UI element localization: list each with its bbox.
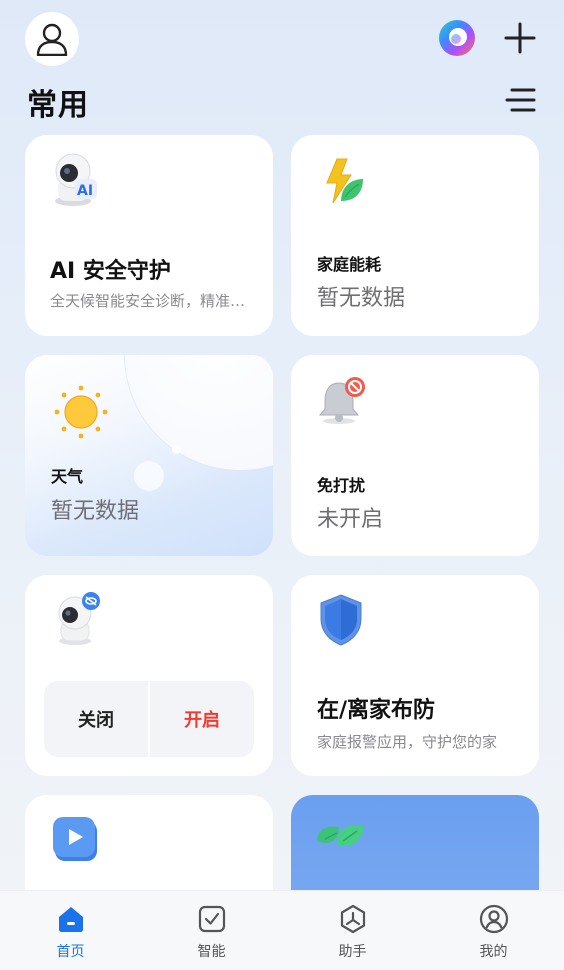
tab-label: 我的 bbox=[479, 944, 508, 960]
camera-toggle-group: 关闭 开启 bbox=[44, 681, 254, 757]
tab-label: 首页 bbox=[56, 944, 85, 960]
ai-security-card[interactable]: AI AI 安全守护 全天候智能安全诊断，精准守护 bbox=[25, 135, 273, 336]
assistant-orb-icon[interactable] bbox=[437, 18, 477, 58]
moon-decoration bbox=[125, 355, 273, 470]
leaf-icon bbox=[317, 824, 364, 846]
shield-icon bbox=[320, 594, 362, 646]
tab-smart[interactable]: 智能 bbox=[141, 891, 282, 970]
checkbox-icon bbox=[198, 905, 225, 933]
camera-privacy-icon bbox=[58, 592, 100, 645]
card-title: 天气 bbox=[51, 467, 84, 486]
bottom-tab-bar: 首页 智能 助手 我的 bbox=[0, 890, 564, 970]
tab-label: 助手 bbox=[338, 944, 367, 960]
bubble-decoration bbox=[172, 445, 181, 454]
svg-text:AI: AI bbox=[77, 183, 93, 199]
card-subtitle: 家庭报警应用，守护您的家 bbox=[317, 733, 498, 751]
home-arming-card[interactable]: 在/离家布防 家庭报警应用，守护您的家 bbox=[291, 575, 539, 776]
weather-card[interactable]: 天气 暂无数据 bbox=[25, 355, 273, 556]
tab-home[interactable]: 首页 bbox=[0, 891, 141, 970]
camera-off-button[interactable]: 关闭 bbox=[44, 681, 150, 757]
sort-menu-icon[interactable] bbox=[500, 82, 540, 118]
tab-profile[interactable]: 我的 bbox=[423, 891, 564, 970]
camera-on-button[interactable]: 开启 bbox=[150, 681, 254, 757]
card-title: 家庭能耗 bbox=[317, 255, 382, 274]
profile-icon bbox=[479, 904, 508, 934]
card-title: AI 安全守护 bbox=[50, 259, 171, 284]
do-not-disturb-card[interactable]: 免打扰 未开启 bbox=[291, 355, 539, 556]
user-icon bbox=[36, 23, 68, 56]
card-value: 暂无数据 bbox=[51, 499, 140, 524]
avatar-button[interactable] bbox=[25, 12, 79, 66]
bubble-decoration bbox=[134, 461, 164, 491]
tab-assistant[interactable]: 助手 bbox=[282, 891, 423, 970]
energy-leaf-icon bbox=[326, 158, 363, 204]
ai-camera-icon: AI bbox=[55, 153, 97, 206]
bell-mute-icon bbox=[318, 377, 365, 424]
add-icon[interactable] bbox=[500, 18, 540, 58]
tab-label: 智能 bbox=[197, 944, 226, 960]
video-play-icon bbox=[53, 817, 97, 861]
card-title: 免打扰 bbox=[317, 476, 366, 495]
sun-icon bbox=[54, 385, 108, 439]
assistant-icon bbox=[340, 904, 365, 934]
energy-card[interactable]: 家庭能耗 暂无数据 bbox=[291, 135, 539, 336]
page-title: 常用 bbox=[27, 88, 89, 123]
card-value: 未开启 bbox=[317, 507, 384, 532]
header: 常用 bbox=[0, 0, 564, 130]
home-icon bbox=[58, 907, 83, 932]
camera-card[interactable]: 关闭 开启 bbox=[25, 575, 273, 776]
card-value: 暂无数据 bbox=[317, 286, 406, 311]
card-subtitle: 全天候智能安全诊断，精准守护 bbox=[50, 292, 255, 310]
card-title: 在/离家布防 bbox=[317, 698, 436, 723]
